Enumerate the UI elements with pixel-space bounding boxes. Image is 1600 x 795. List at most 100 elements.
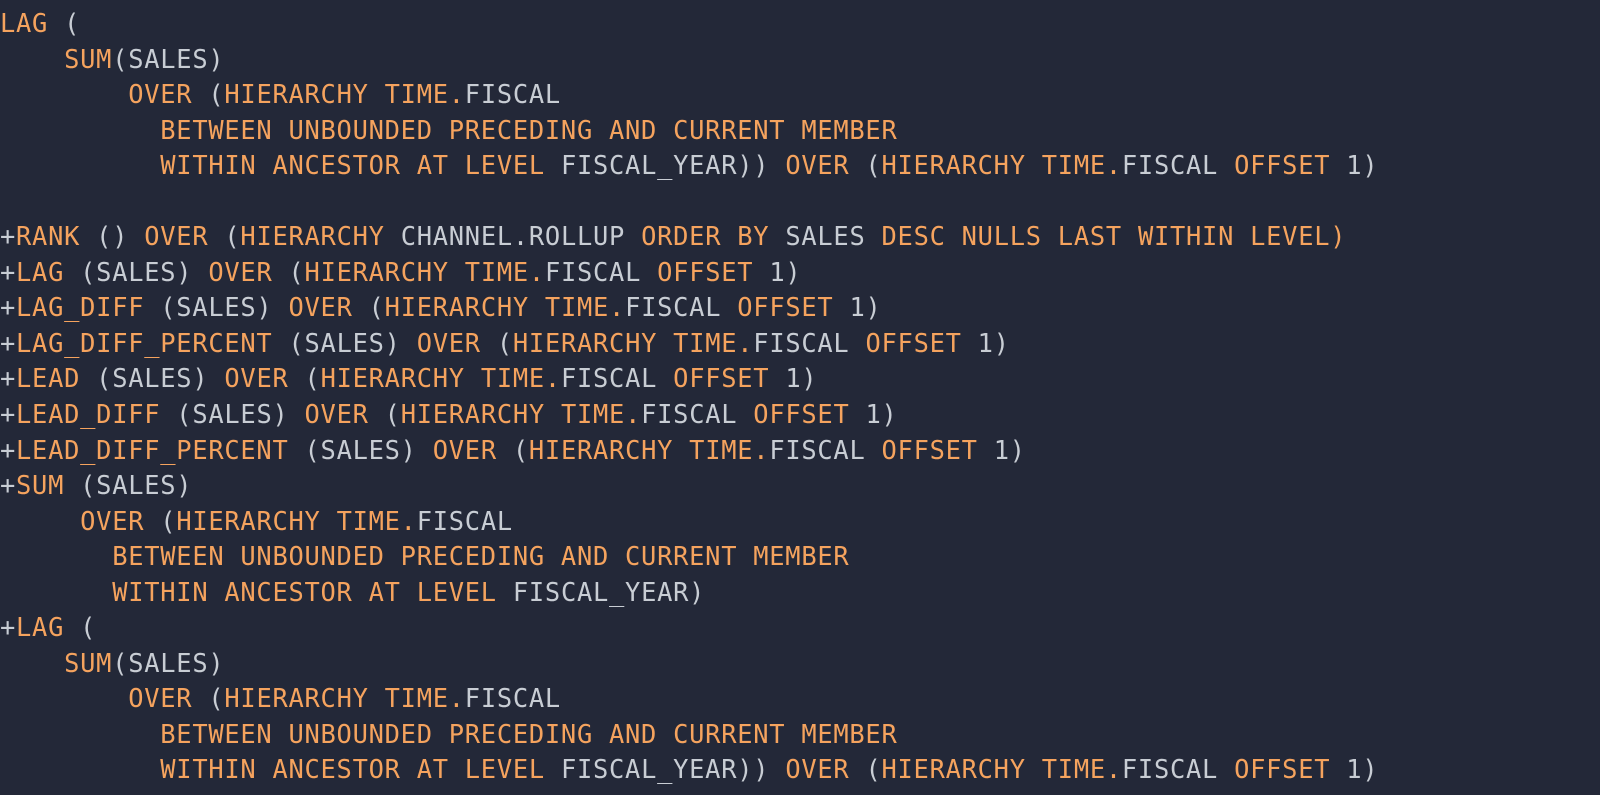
code-line[interactable]: SUM(SALES) — [0, 42, 1600, 78]
code-token: ( — [208, 221, 241, 252]
code-token: OFFSET — [1218, 754, 1331, 785]
code-token: LAG — [0, 8, 49, 38]
code-token: FISCAL — [1121, 754, 1219, 785]
code-token: 1) — [753, 256, 802, 287]
code-token: OVER — [304, 399, 369, 430]
code-token: FISCAL — [560, 363, 658, 394]
code-token: SUM — [64, 647, 113, 678]
code-line[interactable]: BETWEEN UNBOUNDED PRECEDING AND CURRENT … — [0, 113, 1600, 149]
code-token: SUM — [64, 43, 113, 74]
code-token: LAG — [16, 612, 65, 643]
code-token: ( — [352, 292, 385, 323]
code-line[interactable]: ​ — [0, 184, 1600, 220]
code-token: + — [0, 399, 17, 430]
code-line[interactable]: SUM(SALES) — [0, 646, 1600, 682]
code-line[interactable]: +LAG_DIFF_PERCENT (SALES) OVER (HIERARCH… — [0, 326, 1600, 362]
code-token: ( — [192, 79, 225, 110]
code-line[interactable]: WITHIN ANCESTOR AT LEVEL FISCAL_YEAR)) O… — [0, 752, 1600, 788]
code-token: + — [0, 256, 17, 287]
code-token: 1) — [849, 399, 898, 430]
code-line[interactable]: OVER (HIERARCHY TIME.FISCAL — [0, 681, 1600, 717]
code-token: BETWEEN UNBOUNDED PRECEDING AND CURRENT … — [160, 114, 898, 145]
code-token: LAG — [16, 256, 65, 287]
code-token: CHANNEL.ROLLUP — [400, 221, 642, 252]
code-token: OVER — [416, 327, 481, 358]
code-token: 1) — [961, 327, 1010, 358]
code-token: (SALES) — [160, 399, 305, 430]
code-token: OVER — [224, 363, 289, 394]
code-token: OFFSET — [641, 256, 754, 287]
code-token: OVER — [80, 505, 145, 536]
code-token: FISCAL — [641, 399, 738, 430]
code-token: ( — [288, 363, 321, 394]
code-token: 1) — [977, 434, 1026, 465]
code-line[interactable]: +LEAD_DIFF (SALES) OVER (HIERARCHY TIME.… — [0, 397, 1600, 433]
code-line[interactable]: LAG ( — [0, 6, 1600, 42]
code-token: RANK — [16, 221, 81, 252]
code-token: HIERARCHY TIME. — [400, 399, 642, 430]
code-line[interactable]: BETWEEN UNBOUNDED PRECEDING AND CURRENT … — [0, 717, 1600, 753]
code-token: OFFSET — [865, 434, 978, 465]
code-token: + — [0, 221, 17, 252]
code-token: () — [80, 221, 145, 252]
code-token: HIERARCHY TIME. — [224, 683, 465, 714]
code-token: ( — [48, 8, 81, 38]
code-token: (SALES) — [64, 470, 193, 501]
code-token: WITHIN ANCESTOR AT LEVEL — [112, 576, 513, 607]
code-token: HIERARCHY TIME. — [176, 505, 417, 536]
code-token: ( — [849, 150, 882, 181]
code-line[interactable]: OVER (HIERARCHY TIME.FISCAL — [0, 504, 1600, 540]
code-token: LEAD_DIFF_PERCENT — [16, 434, 289, 465]
code-token: FISCAL — [625, 292, 722, 323]
code-line[interactable]: WITHIN ANCESTOR AT LEVEL FISCAL_YEAR)) O… — [0, 148, 1600, 184]
code-line[interactable]: BETWEEN UNBOUNDED PRECEDING AND CURRENT … — [0, 539, 1600, 575]
code-line[interactable]: +LEAD_DIFF_PERCENT (SALES) OVER (HIERARC… — [0, 433, 1600, 469]
code-line[interactable]: +LAG (SALES) OVER (HIERARCHY TIME.FISCAL… — [0, 255, 1600, 291]
code-token: HIERARCHY TIME. — [512, 327, 754, 358]
code-line[interactable]: WITHIN ANCESTOR AT LEVEL FISCAL_YEAR) — [0, 575, 1600, 611]
code-token: HIERARCHY TIME. — [304, 256, 545, 287]
code-token: ( — [272, 256, 305, 287]
code-editor-surface[interactable]: LAG ( SUM(SALES) OVER (HIERARCHY TIME.FI… — [0, 0, 1600, 795]
code-token: FISCAL — [769, 434, 866, 465]
code-token: OVER — [769, 150, 850, 181]
code-token: FISCAL — [464, 79, 561, 110]
code-token: OFFSET — [1218, 150, 1331, 181]
code-token: 1) — [1330, 150, 1379, 181]
code-token: HIERARCHY TIME. — [384, 292, 626, 323]
code-token: (SALES) — [144, 292, 289, 323]
code-line[interactable]: +LEAD (SALES) OVER (HIERARCHY TIME.FISCA… — [0, 361, 1600, 397]
code-token: LAG_DIFF — [16, 292, 145, 323]
code-token: OVER — [769, 754, 850, 785]
code-token: (SALES) — [64, 256, 209, 287]
code-token: FISCAL_YEAR) — [512, 576, 706, 607]
code-token: LEAD — [16, 363, 81, 394]
code-token: (SALES) — [272, 327, 417, 358]
code-token: (SALES) — [112, 647, 225, 678]
code-token: FISCAL_YEAR)) — [560, 150, 770, 181]
code-token: OVER — [288, 292, 353, 323]
code-line[interactable]: +SUM (SALES) — [0, 468, 1600, 504]
code-token: HIERARCHY TIME. — [224, 79, 465, 110]
code-line[interactable]: +LAG_DIFF (SALES) OVER (HIERARCHY TIME.F… — [0, 290, 1600, 326]
code-token: HIERARCHY — [240, 221, 401, 252]
code-token: 1) — [769, 363, 818, 394]
code-token: FISCAL — [464, 683, 561, 714]
sql-code-block[interactable]: LAG ( SUM(SALES) OVER (HIERARCHY TIME.FI… — [0, 6, 1600, 788]
code-line[interactable]: +RANK () OVER (HIERARCHY CHANNEL.ROLLUP … — [0, 219, 1600, 255]
code-token: (SALES) — [112, 43, 225, 74]
code-token: OFFSET — [657, 363, 770, 394]
code-token: OVER — [128, 79, 193, 110]
code-token: OFFSET — [849, 327, 962, 358]
code-token: OVER — [144, 221, 209, 252]
code-token: DESC NULLS LAST WITHIN LEVEL) — [881, 221, 1347, 252]
code-line[interactable]: +LAG ( — [0, 610, 1600, 646]
code-line[interactable]: OVER (HIERARCHY TIME.FISCAL — [0, 77, 1600, 113]
code-token: + — [0, 470, 17, 501]
